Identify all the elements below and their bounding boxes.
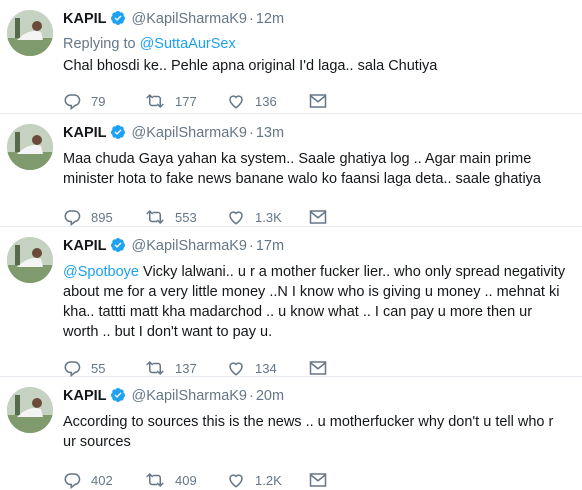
direct-message-button[interactable]: [309, 93, 327, 109]
display-name[interactable]: KAPIL: [63, 238, 107, 254]
user-handle[interactable]: @KapilSharmaK9: [132, 388, 247, 404]
separator-dot: ·: [249, 125, 254, 141]
tweet-text: Maa chuda Gaya yahan ka system.. Saale g…: [63, 149, 570, 189]
retweet-count: 177: [175, 93, 197, 109]
tweet-text: @Spotboye Vicky lalwani.. u r a mother f…: [63, 262, 570, 342]
like-button[interactable]: 134: [227, 359, 309, 377]
tweet-header: KAPIL @KapilSharmaK9 · 12m: [63, 0, 570, 31]
like-count: 134: [255, 360, 277, 376]
user-handle[interactable]: @KapilSharmaK9: [132, 125, 247, 141]
profile-avatar[interactable]: [7, 237, 53, 283]
retweet-button[interactable]: 177: [145, 92, 227, 110]
retweet-button[interactable]: 553: [145, 208, 227, 226]
like-button[interactable]: 1.2K: [227, 471, 309, 489]
tweet-actions: 55 137 134: [63, 358, 570, 378]
profile-avatar[interactable]: [7, 124, 53, 170]
reply-icon: [63, 208, 81, 226]
user-handle[interactable]: @KapilSharmaK9: [132, 11, 247, 27]
reply-button[interactable]: 895: [63, 208, 145, 226]
heart-icon: [227, 471, 245, 489]
retweet-count: 409: [175, 472, 197, 488]
tweet-feed: KAPIL @KapilSharmaK9 · 12m Replying to @Su…: [0, 0, 582, 489]
retweet-button[interactable]: 409: [145, 471, 227, 489]
reply-button[interactable]: 79: [63, 92, 145, 110]
direct-message-button[interactable]: [309, 360, 327, 376]
envelope-icon: [309, 93, 327, 109]
envelope-icon: [309, 472, 327, 488]
separator-dot: ·: [249, 238, 254, 254]
tweet-actions: 79 177 136: [63, 91, 570, 111]
replying-to: Replying to @SuttaAurSex: [63, 36, 570, 52]
display-name[interactable]: KAPIL: [63, 388, 107, 404]
heart-icon: [227, 92, 245, 110]
tweet-header: KAPIL @KapilSharmaK9 · 20m: [63, 377, 570, 408]
like-button[interactable]: 136: [227, 92, 309, 110]
reply-icon: [63, 359, 81, 377]
retweet-icon: [145, 471, 165, 489]
retweet-icon: [145, 359, 165, 377]
tweet-body: Maa chuda Gaya yahan ka system.. Saale g…: [63, 151, 541, 187]
heart-icon: [227, 359, 245, 377]
retweet-count: 137: [175, 360, 197, 376]
tweet-actions: 895 553 1.3K: [63, 207, 570, 227]
separator-dot: ·: [249, 11, 254, 27]
tweet[interactable]: KAPIL @KapilSharmaK9 · 17m @Spotboye Vicky…: [0, 227, 582, 377]
tweet-text: Chal bhosdi ke.. Pehle apna original I'd…: [63, 56, 570, 76]
tweet-header: KAPIL @KapilSharmaK9 · 17m: [63, 227, 570, 258]
retweet-icon: [145, 92, 165, 110]
tweet-body: Vicky lalwani.. u r a mother fucker lier…: [63, 264, 566, 340]
tweet-body: According to sources this is the news ..…: [63, 414, 554, 450]
reply-icon: [63, 92, 81, 110]
reply-count: 55: [91, 360, 106, 376]
direct-message-button[interactable]: [309, 472, 327, 488]
heart-icon: [227, 208, 245, 226]
retweet-icon: [145, 208, 165, 226]
user-handle[interactable]: @KapilSharmaK9: [132, 238, 247, 254]
reply-count: 402: [91, 472, 113, 488]
retweet-count: 553: [175, 209, 197, 225]
tweet-actions: 402 409 1.2K: [63, 470, 570, 490]
mention-link[interactable]: @Spotboye: [63, 264, 139, 280]
envelope-icon: [309, 360, 327, 376]
display-name[interactable]: KAPIL: [63, 125, 107, 141]
reply-button[interactable]: 402: [63, 471, 145, 489]
like-count: 136: [255, 93, 277, 109]
display-name[interactable]: KAPIL: [63, 11, 107, 27]
envelope-icon: [309, 209, 327, 225]
separator-dot: ·: [249, 388, 254, 404]
tweet[interactable]: KAPIL @KapilSharmaK9 · 13m Maa chuda Gaya …: [0, 114, 582, 227]
replying-to-label: Replying to: [63, 36, 136, 52]
tweet[interactable]: KAPIL @KapilSharmaK9 · 12m Replying to @Su…: [0, 0, 582, 114]
reply-button[interactable]: 55: [63, 359, 145, 377]
timestamp[interactable]: 12m: [256, 11, 284, 27]
verified-badge-icon: [110, 124, 126, 145]
tweet-header: KAPIL @KapilSharmaK9 · 13m: [63, 114, 570, 145]
timestamp[interactable]: 17m: [256, 238, 284, 254]
direct-message-button[interactable]: [309, 209, 327, 225]
timestamp[interactable]: 20m: [256, 388, 284, 404]
tweet[interactable]: KAPIL @KapilSharmaK9 · 20m According to so…: [0, 377, 582, 489]
timestamp[interactable]: 13m: [256, 125, 284, 141]
like-count: 1.3K: [255, 209, 282, 225]
reply-mention-link[interactable]: @SuttaAurSex: [140, 36, 236, 52]
like-count: 1.2K: [255, 472, 282, 488]
profile-avatar[interactable]: [7, 387, 53, 433]
profile-avatar[interactable]: [7, 10, 53, 56]
verified-badge-icon: [110, 237, 126, 258]
tweet-body: Chal bhosdi ke.. Pehle apna original I'd…: [63, 58, 438, 74]
reply-icon: [63, 471, 81, 489]
retweet-button[interactable]: 137: [145, 359, 227, 377]
like-button[interactable]: 1.3K: [227, 208, 309, 226]
reply-count: 895: [91, 209, 113, 225]
verified-badge-icon: [110, 10, 126, 31]
verified-badge-icon: [110, 387, 126, 408]
reply-count: 79: [91, 93, 106, 109]
tweet-text: According to sources this is the news ..…: [63, 412, 570, 452]
